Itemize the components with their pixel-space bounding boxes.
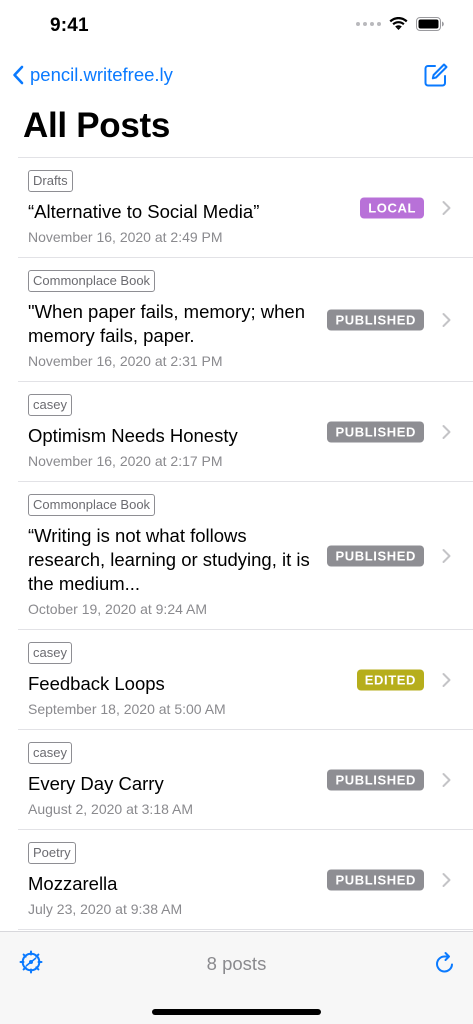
post-row[interactable]: Poetry Mozzarella July 23, 2020 at 9:38 AM…	[18, 830, 473, 930]
post-title: Feedback Loops	[28, 673, 165, 694]
collection-tag: Poetry	[28, 842, 76, 864]
post-row[interactable]: Drafts “Alternative to Social Media” Novem…	[18, 158, 473, 258]
status-badge: EDITED	[356, 669, 424, 690]
home-indicator	[152, 1009, 321, 1015]
post-title: "When paper fails, memory; when memory f…	[28, 301, 305, 346]
post-title: “Writing is not what follows research, l…	[28, 525, 310, 594]
post-date: July 23, 2020 at 9:38 AM	[28, 901, 183, 917]
chevron-left-icon	[13, 65, 24, 85]
chevron-right-icon	[442, 772, 451, 787]
collection-tag: Commonplace Book	[28, 270, 156, 292]
refresh-button[interactable]	[434, 951, 456, 980]
status-badge: PUBLISHED	[327, 545, 424, 566]
post-date: August 2, 2020 at 3:18 AM	[28, 801, 194, 817]
back-button-label: pencil.writefree.ly	[30, 64, 173, 85]
post-title: Every Day Carry	[28, 773, 164, 794]
back-button[interactable]: pencil.writefree.ly	[12, 64, 173, 86]
chevron-right-icon	[442, 424, 451, 439]
navigation-bar: pencil.writefree.ly	[0, 58, 473, 98]
post-date: September 18, 2020 at 5:00 AM	[28, 701, 226, 717]
status-bar: 9:41	[0, 0, 473, 52]
collection-tag: Drafts	[28, 170, 73, 192]
post-row[interactable]: Commonplace Book “Writing is not what fol…	[18, 482, 473, 630]
chevron-right-icon	[442, 672, 451, 687]
status-time: 9:41	[50, 15, 89, 36]
status-badge: PUBLISHED	[327, 309, 424, 330]
status-badge: PUBLISHED	[327, 769, 424, 790]
status-icons	[356, 17, 445, 31]
wifi-icon	[389, 17, 408, 30]
collection-tag: Commonplace Book	[28, 494, 156, 516]
post-title: “Alternative to Social Media”	[28, 201, 260, 222]
battery-icon	[416, 17, 444, 31]
post-title: Optimism Needs Honesty	[28, 425, 238, 446]
collection-tag: casey	[28, 642, 72, 664]
collection-tag: casey	[28, 742, 72, 764]
post-date: October 19, 2020 at 9:24 AM	[28, 601, 208, 617]
compose-icon	[424, 63, 448, 87]
status-badge: PUBLISHED	[327, 869, 424, 890]
page-title: All Posts	[23, 106, 171, 145]
compose-button[interactable]	[423, 62, 449, 93]
chevron-right-icon	[442, 312, 451, 327]
chevron-right-icon	[442, 200, 451, 215]
chevron-right-icon	[442, 872, 451, 887]
status-badge: PUBLISHED	[327, 421, 424, 442]
status-badge: LOCAL	[360, 197, 424, 218]
bottom-toolbar: 8 posts	[0, 931, 473, 1024]
collection-tag: casey	[28, 394, 72, 416]
post-row[interactable]: casey Feedback Loops September 18, 2020 at…	[18, 630, 473, 730]
post-date: November 16, 2020 at 2:49 PM	[28, 229, 223, 245]
post-row[interactable]: Commonplace Book "When paper fails, memor…	[18, 258, 473, 382]
post-row[interactable]: casey Optimism Needs Honesty November 16, …	[18, 382, 473, 482]
post-row[interactable]: casey Every Day Carry August 2, 2020 at 3:…	[18, 730, 473, 830]
cellular-signal-icon	[356, 22, 381, 26]
chevron-right-icon	[442, 548, 451, 563]
refresh-icon	[436, 952, 453, 973]
post-date: November 16, 2020 at 2:17 PM	[28, 453, 223, 469]
post-title: Mozzarella	[28, 873, 118, 894]
post-count: 8 posts	[206, 953, 267, 974]
post-date: November 16, 2020 at 2:31 PM	[28, 353, 223, 369]
post-list: Drafts “Alternative to Social Media” Novem…	[18, 157, 473, 930]
